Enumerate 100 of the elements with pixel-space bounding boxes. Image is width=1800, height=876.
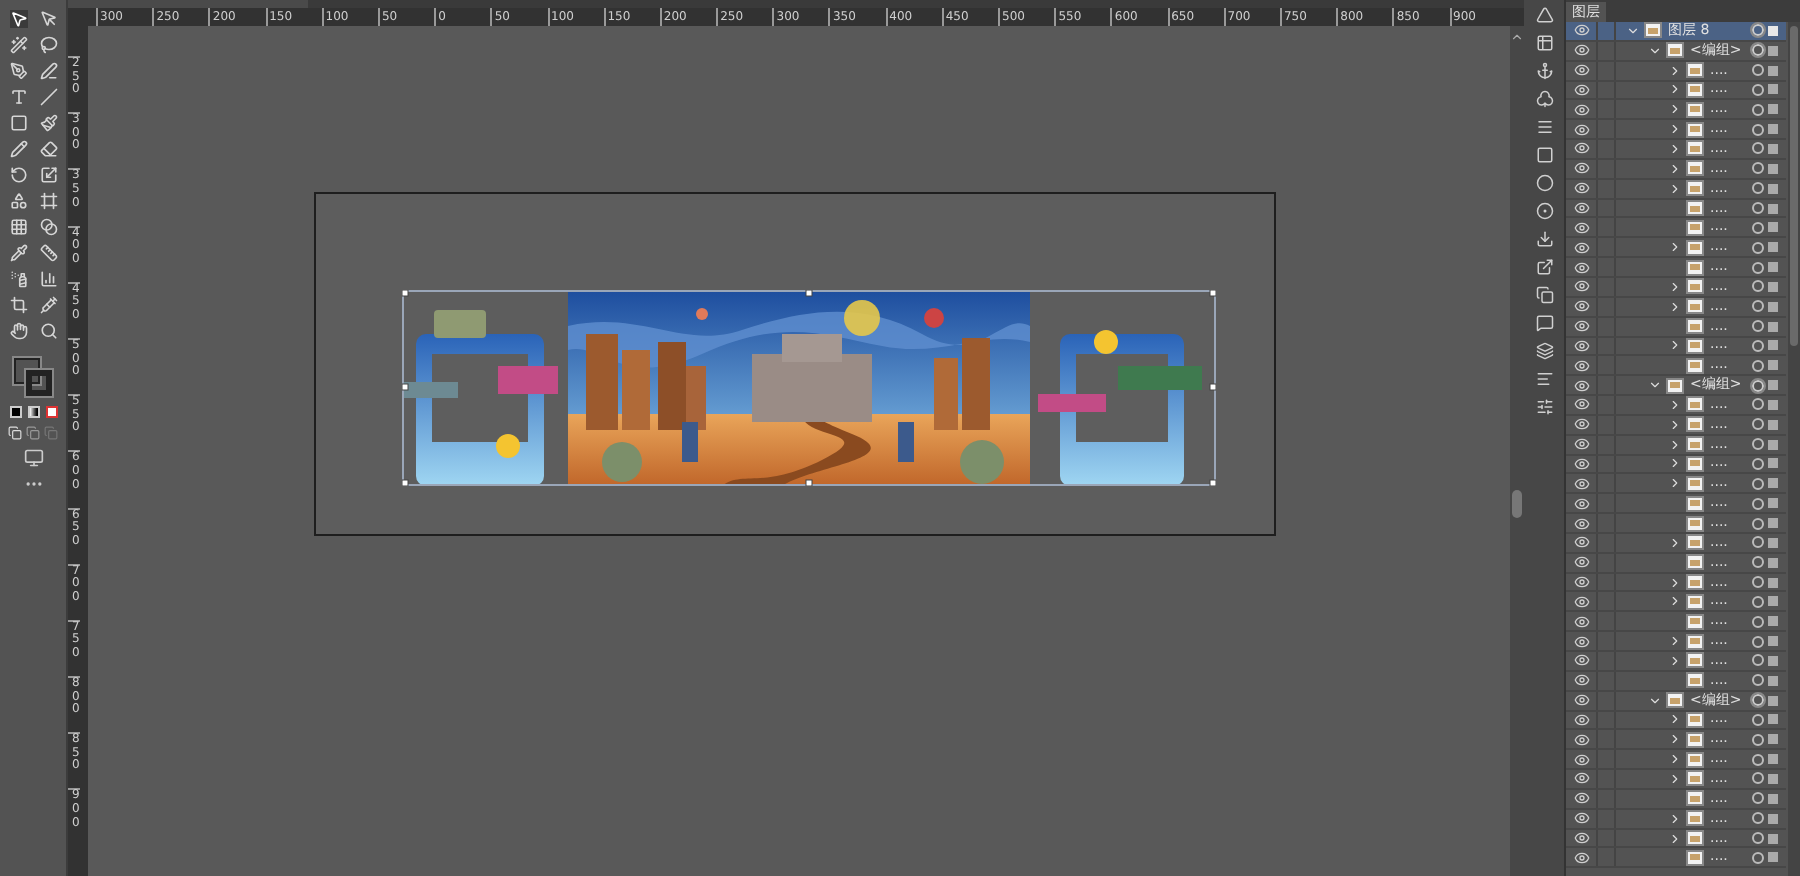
collapse-caret-icon[interactable]	[1668, 575, 1682, 590]
scroll-up-icon[interactable]	[1510, 30, 1524, 44]
collapse-caret-icon[interactable]	[1668, 102, 1682, 117]
free-transform-tool-icon[interactable]	[39, 192, 57, 210]
selection-tool-icon[interactable]	[9, 10, 27, 28]
panel-scrollbar[interactable]	[1788, 22, 1800, 876]
selection-square-icon[interactable]	[1768, 321, 1778, 332]
visibility-eye-icon[interactable]	[1574, 475, 1590, 492]
visibility-eye-icon[interactable]	[1574, 770, 1590, 787]
selection-square-icon[interactable]	[1768, 340, 1778, 351]
grid-tool-icon[interactable]	[9, 218, 27, 236]
visibility-eye-icon[interactable]	[1574, 436, 1590, 453]
selection-square-icon[interactable]	[1768, 143, 1778, 154]
visibility-eye-icon[interactable]	[1574, 318, 1590, 335]
visibility-eye-icon[interactable]	[1574, 62, 1590, 79]
curvature-tool-icon[interactable]	[39, 62, 57, 80]
selection-square-icon[interactable]	[1768, 577, 1778, 588]
collapse-caret-icon[interactable]	[1668, 476, 1682, 491]
collapse-caret-icon[interactable]	[1668, 141, 1682, 156]
pencil-tool-icon[interactable]	[9, 140, 27, 158]
collapse-caret-icon[interactable]	[1668, 811, 1682, 826]
expand-caret-icon[interactable]	[1648, 693, 1662, 708]
selection-square-icon[interactable]	[1768, 793, 1778, 804]
collapse-caret-icon[interactable]	[1668, 653, 1682, 668]
visibility-eye-icon[interactable]	[1574, 121, 1590, 138]
screen-mode-icon[interactable]	[23, 448, 43, 468]
visibility-eye-icon[interactable]	[1574, 416, 1590, 433]
selection-square-icon[interactable]	[1768, 439, 1778, 450]
visibility-eye-icon[interactable]	[1574, 652, 1590, 669]
selection-square-icon[interactable]	[1768, 616, 1778, 627]
selection-square-icon[interactable]	[1768, 813, 1778, 824]
properties-sliders-icon[interactable]	[1535, 398, 1553, 416]
selection-square-icon[interactable]	[1768, 45, 1778, 56]
asset-export-icon[interactable]	[1535, 230, 1553, 248]
selection-square-icon[interactable]	[1768, 281, 1778, 292]
stroke-icon[interactable]	[1535, 118, 1553, 136]
visibility-eye-icon[interactable]	[1574, 180, 1590, 197]
visibility-eye-icon[interactable]	[1574, 22, 1590, 39]
visibility-eye-icon[interactable]	[1574, 790, 1590, 807]
visibility-eye-icon[interactable]	[1574, 396, 1590, 413]
visibility-eye-icon[interactable]	[1574, 692, 1590, 709]
hand-tool-icon[interactable]	[9, 322, 27, 340]
color-swatch[interactable]	[9, 406, 21, 418]
symbols-icon[interactable]	[1535, 90, 1553, 108]
selection-square-icon[interactable]	[1768, 557, 1778, 568]
visibility-eye-icon[interactable]	[1574, 554, 1590, 571]
selection-square-icon[interactable]	[1768, 399, 1778, 410]
collapse-caret-icon[interactable]	[1668, 122, 1682, 137]
visibility-eye-icon[interactable]	[1574, 259, 1590, 276]
collapse-caret-icon[interactable]	[1668, 161, 1682, 176]
selection-square-icon[interactable]	[1768, 833, 1778, 844]
visibility-eye-icon[interactable]	[1574, 574, 1590, 591]
visibility-eye-icon[interactable]	[1574, 672, 1590, 689]
selection-square-icon[interactable]	[1768, 852, 1778, 863]
draw-behind-icon[interactable]	[26, 426, 40, 440]
selection-square-icon[interactable]	[1768, 675, 1778, 686]
collapse-caret-icon[interactable]	[1668, 63, 1682, 78]
vertical-scrollbar[interactable]	[1510, 26, 1524, 876]
gradient-tool-icon[interactable]	[39, 218, 57, 236]
selection-square-icon[interactable]	[1768, 754, 1778, 765]
visibility-eye-icon[interactable]	[1574, 810, 1590, 827]
zoom-tool-icon[interactable]	[39, 322, 57, 340]
selection-square-icon[interactable]	[1768, 124, 1778, 135]
selection-square-icon[interactable]	[1768, 25, 1778, 36]
selection-square-icon[interactable]	[1768, 655, 1778, 666]
collapse-caret-icon[interactable]	[1668, 831, 1682, 846]
selection-square-icon[interactable]	[1768, 380, 1778, 391]
collapse-caret-icon[interactable]	[1668, 299, 1682, 314]
measure-tool-icon[interactable]	[39, 244, 57, 262]
selection-square-icon[interactable]	[1768, 183, 1778, 194]
expand-caret-icon[interactable]	[1648, 378, 1662, 393]
selection-square-icon[interactable]	[1768, 518, 1778, 529]
visibility-eye-icon[interactable]	[1574, 357, 1590, 374]
expand-caret-icon[interactable]	[1626, 23, 1640, 38]
slice-tool-icon[interactable]	[39, 296, 57, 314]
selection-square-icon[interactable]	[1768, 714, 1778, 725]
visibility-eye-icon[interactable]	[1574, 42, 1590, 59]
scrollbar-thumb[interactable]	[1512, 490, 1522, 518]
collapse-caret-icon[interactable]	[1668, 417, 1682, 432]
visibility-eye-icon[interactable]	[1574, 377, 1590, 394]
align-icon[interactable]	[1535, 370, 1553, 388]
collapse-caret-icon[interactable]	[1668, 594, 1682, 609]
visibility-eye-icon[interactable]	[1574, 495, 1590, 512]
collapse-caret-icon[interactable]	[1668, 634, 1682, 649]
comments-icon[interactable]	[1535, 314, 1553, 332]
visibility-eye-icon[interactable]	[1574, 140, 1590, 157]
collapse-caret-icon[interactable]	[1668, 456, 1682, 471]
collapse-caret-icon[interactable]	[1668, 181, 1682, 196]
selection-square-icon[interactable]	[1768, 458, 1778, 469]
line-tool-icon[interactable]	[39, 88, 57, 106]
selection-square-icon[interactable]	[1768, 163, 1778, 174]
visibility-eye-icon[interactable]	[1574, 633, 1590, 650]
gradient-swatch[interactable]	[27, 406, 39, 418]
direct-selection-tool-icon[interactable]	[39, 10, 57, 28]
selection-square-icon[interactable]	[1768, 84, 1778, 95]
visibility-eye-icon[interactable]	[1574, 160, 1590, 177]
visibility-eye-icon[interactable]	[1574, 219, 1590, 236]
visibility-eye-icon[interactable]	[1574, 278, 1590, 295]
selection-square-icon[interactable]	[1768, 262, 1778, 273]
brush-tool-icon[interactable]	[39, 114, 57, 132]
